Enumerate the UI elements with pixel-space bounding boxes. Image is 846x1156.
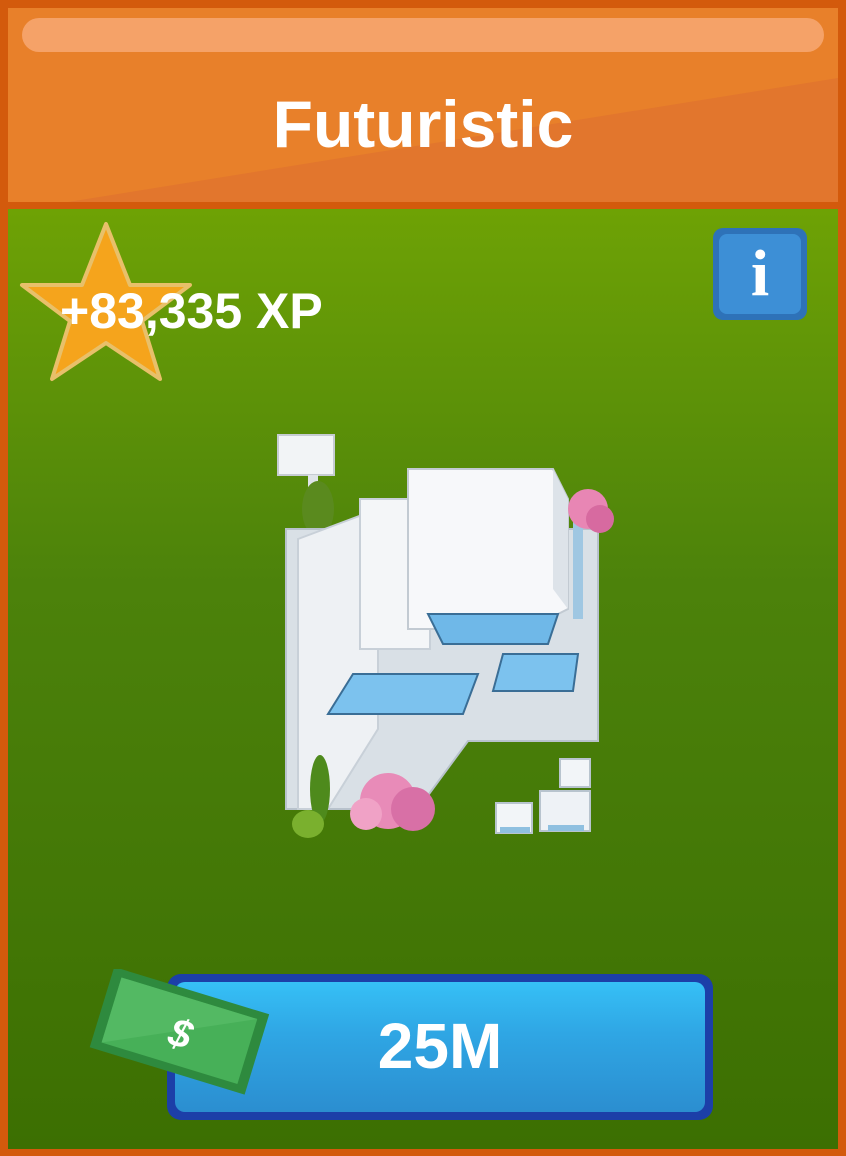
item-title: Futuristic [272, 87, 574, 161]
card-header: Futuristic [8, 8, 838, 202]
item-card[interactable]: Futuristic +83,335 XP i 25M $ [0, 0, 846, 1156]
header-gloss [22, 18, 824, 52]
xp-reward: +83,335 XP [60, 283, 323, 339]
info-button[interactable]: i [713, 228, 807, 320]
dollar-bill-icon: $ [89, 969, 270, 1095]
card-body: +83,335 XP i 25M $ [8, 209, 838, 1149]
futuristic-building-icon [277, 434, 614, 838]
info-icon: i [719, 234, 801, 314]
